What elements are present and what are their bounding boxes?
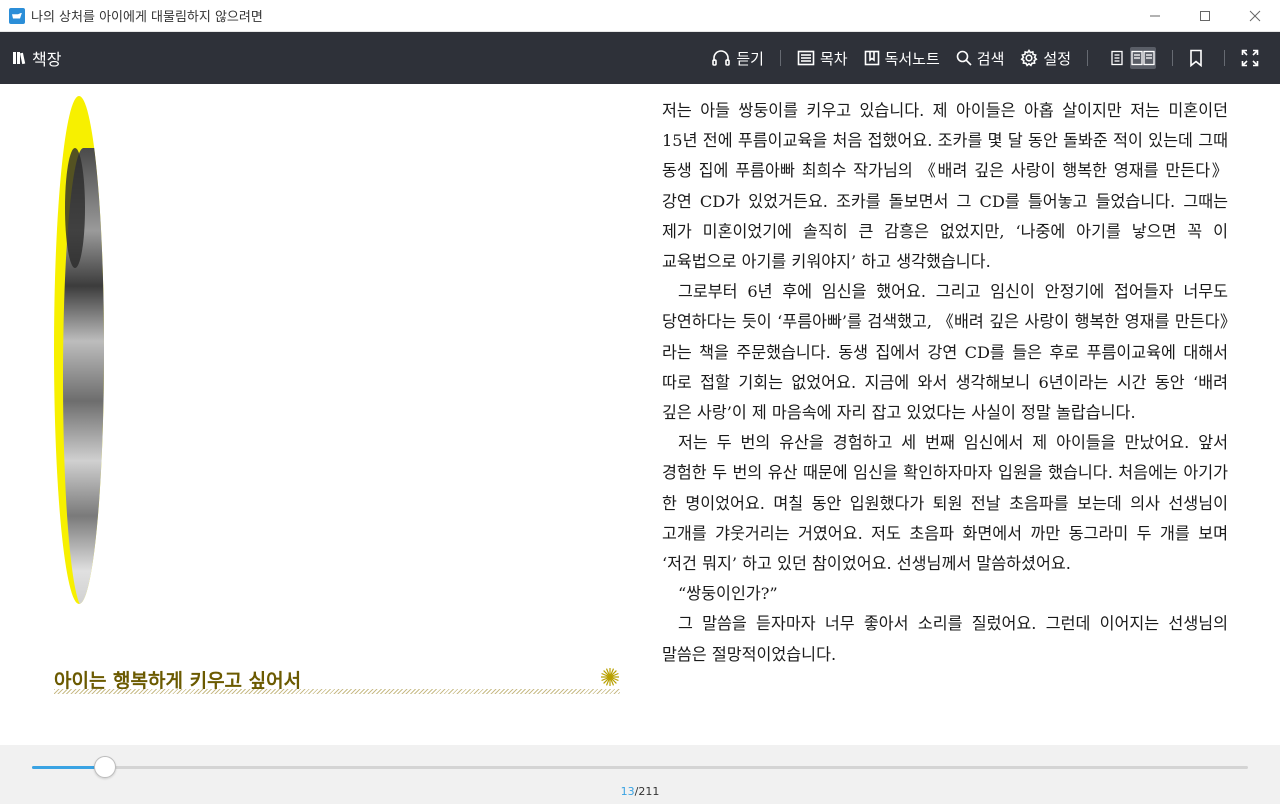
search-icon (956, 50, 972, 66)
close-icon (1249, 10, 1261, 22)
toolbar-tools: 듣기 목차 독서노트 검색 설정 (711, 32, 1280, 84)
fullscreen-icon (1241, 49, 1259, 67)
notes-icon (864, 50, 879, 66)
table-of-contents-icon (797, 50, 815, 66)
listen-button[interactable]: 듣기 (711, 48, 764, 69)
paragraph: 저는 두 번의 유산을 경험하고 세 번째 임신에서 제 아이들을 만났어요. … (662, 433, 1228, 574)
reader-toolbar: 책장 듣기 목차 독서노트 검색 설정 (0, 32, 1280, 84)
current-page: 13 (620, 785, 635, 798)
settings-label: 설정 (1043, 49, 1071, 68)
paragraph: 그 말씀을 듣자마자 너무 좋아서 소리를 질렀어요. 그런데 이어지는 선생님… (662, 614, 1228, 664)
mother-child-photo (63, 148, 104, 604)
paragraph: 저는 아들 쌍둥이를 키우고 있습니다. 제 아이들은 아홉 살이지만 저는 미… (662, 101, 1228, 272)
chapter-illustration (54, 96, 104, 604)
two-page-view-button[interactable] (1130, 47, 1156, 69)
sunburst-ornament-icon (600, 667, 620, 687)
page-slider[interactable] (32, 756, 1248, 778)
chapter-title-rule (54, 689, 620, 694)
reading-notes-button[interactable]: 독서노트 (864, 48, 940, 69)
toolbar-divider (1224, 50, 1225, 66)
maximize-button[interactable] (1180, 0, 1230, 32)
page-navigation-bar: 13/211 (0, 745, 1280, 804)
gear-icon (1020, 49, 1038, 67)
search-label: 검색 (976, 49, 1005, 68)
listen-label: 듣기 (736, 49, 764, 68)
bookshelf-label: 책장 (32, 50, 62, 69)
toc-button[interactable]: 목차 (797, 48, 848, 69)
window-title: 나의 상처를 아이에게 대물림하지 않으려면 (31, 10, 263, 25)
bookshelf-icon (13, 52, 26, 65)
single-page-view-button[interactable] (1104, 47, 1130, 69)
paragraph: 그로부터 6년 후에 임신을 했어요. 그리고 임신이 안정기에 접어들자 너무… (662, 282, 1228, 423)
app-logo-icon (9, 7, 25, 24)
fullscreen-button[interactable] (1241, 49, 1264, 67)
right-page-text: 저는 아들 쌍둥이를 키우고 있습니다. 제 아이들은 아홉 살이지만 저는 미… (662, 96, 1228, 670)
view-mode-toggle (1104, 47, 1156, 69)
paragraph: “쌍둥이인가?” (678, 584, 778, 604)
minimize-button[interactable] (1130, 0, 1180, 32)
page-indicator: 13/211 (0, 785, 1280, 798)
close-button[interactable] (1230, 0, 1280, 32)
toolbar-divider (779, 50, 781, 66)
settings-button[interactable]: 설정 (1020, 48, 1071, 69)
title-bar: 나의 상처를 아이에게 대물림하지 않으려면 (0, 0, 1280, 32)
toolbar-divider (1087, 50, 1088, 66)
search-button[interactable]: 검색 (956, 48, 1005, 69)
reading-notes-label: 독서노트 (884, 49, 940, 68)
bookmark-icon (1190, 49, 1202, 67)
bookmark-button[interactable] (1189, 49, 1208, 67)
single-page-icon (1111, 50, 1123, 66)
total-pages: 211 (638, 785, 660, 798)
minimize-icon (1150, 15, 1160, 17)
toolbar-divider (1172, 50, 1173, 66)
two-page-icon (1131, 50, 1155, 66)
book-spread: 아이는 행복하게 키우고 싶어서 저는 아들 쌍둥이를 키우고 있습니다. 제 … (0, 84, 1280, 745)
maximize-icon (1200, 11, 1210, 21)
left-page: 아이는 행복하게 키우고 싶어서 (0, 84, 640, 745)
page-slider-handle[interactable] (94, 756, 117, 778)
window-controls (1130, 0, 1280, 32)
bookshelf-button[interactable]: 책장 (12, 46, 61, 70)
headphones-icon (712, 50, 731, 66)
toc-label: 목차 (819, 49, 848, 68)
